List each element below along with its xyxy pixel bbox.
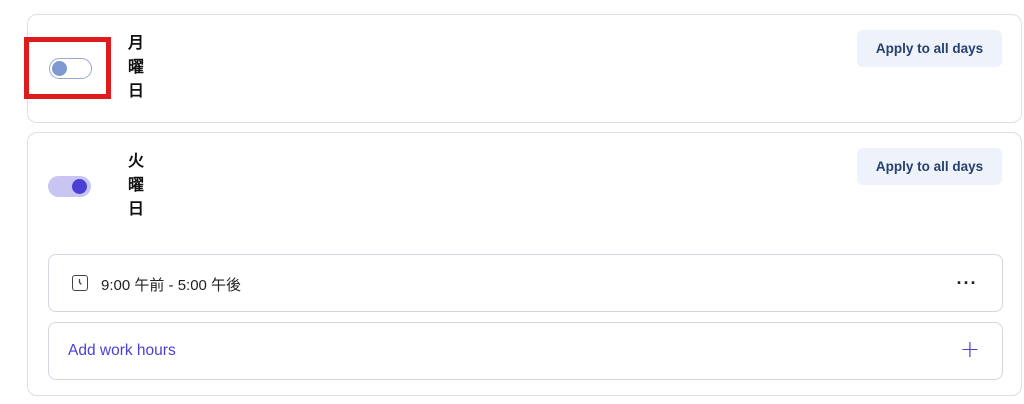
add-work-hours-button[interactable]: Add work hours + (48, 322, 1003, 380)
toggle-knob (52, 61, 67, 76)
day-label-tuesday: 火曜日 (128, 151, 145, 218)
toggle-knob (72, 179, 87, 194)
work-hours-slot[interactable]: 9:00 午前 - 5:00 午後 ··· (48, 254, 1003, 312)
apply-to-all-days-button-tuesday[interactable]: Apply to all days (857, 148, 1002, 185)
day-card-tuesday: 火曜日 Apply to all days 9:00 午前 - 5:00 午後 … (27, 132, 1022, 396)
tuesday-toggle[interactable] (48, 176, 91, 197)
add-work-hours-label: Add work hours (68, 342, 176, 359)
monday-toggle[interactable] (49, 58, 92, 79)
apply-to-all-days-button-monday[interactable]: Apply to all days (857, 30, 1002, 67)
work-hours-time: 9:00 午前 - 5:00 午後 (101, 277, 242, 294)
clock-icon (72, 275, 88, 291)
plus-icon: + (959, 335, 980, 363)
day-card-monday: 月曜日 Apply to all days (27, 14, 1022, 123)
more-options-icon[interactable]: ··· (952, 268, 982, 298)
day-label-monday: 月曜日 (128, 33, 145, 100)
